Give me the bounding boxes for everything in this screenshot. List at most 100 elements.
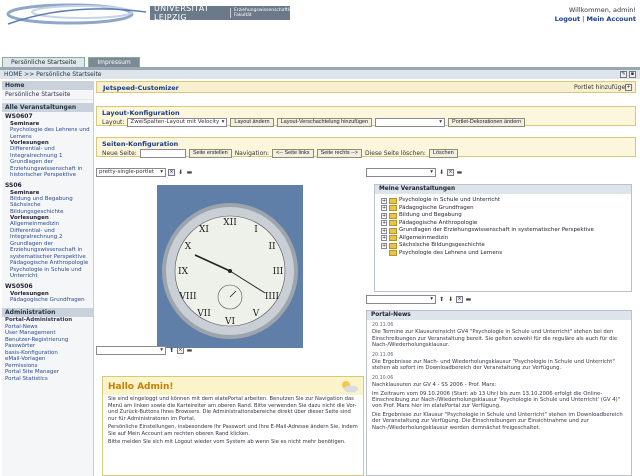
- course-link[interactable]: Pädagogische Anthropologie: [2, 260, 93, 267]
- my-courses-title: Meine Veranstaltungen: [375, 185, 631, 194]
- arrow-up-icon[interactable]: ⬆: [438, 296, 445, 303]
- tab-impressum[interactable]: Impressum: [88, 57, 140, 67]
- news-text: Nachklausuren zur GV 4 - SS 2006 - Prof.…: [372, 382, 497, 389]
- portlet-decoration-select[interactable]: ▾: [96, 346, 166, 355]
- chevron-down-icon: ▾: [430, 169, 433, 175]
- portal-news-title: Portal-News: [367, 311, 631, 320]
- expand-icon[interactable]: +: [381, 212, 387, 219]
- expand-icon[interactable]: +: [381, 227, 387, 234]
- decoration-select[interactable]: ▾: [375, 118, 446, 127]
- portlet-decoration-select[interactable]: pretty-single-portlet ▾: [96, 168, 166, 177]
- add-nesting-button[interactable]: Layout-Verschachtelung hinzufügen: [276, 118, 373, 127]
- course-tree-item[interactable]: + Allgemeinmedizin: [381, 235, 625, 243]
- news-text: Im Zeitraum vom 09.10.2006 (Start: ab 13…: [372, 390, 621, 410]
- new-page-label: Neue Seite:: [102, 150, 137, 157]
- sidebar-admin-header: Administration: [2, 308, 93, 317]
- course-tree-item[interactable]: + Pädagogische Anthropologie: [381, 220, 625, 228]
- change-decorations-button[interactable]: Portlet-Dekorationen ändern: [448, 118, 526, 127]
- news-item: 20.10.06 Nachklausuren zur GV 4 - SS 200…: [367, 373, 631, 390]
- news-text: Die Ergebnisse zur Klausur "Psychologie …: [372, 411, 623, 431]
- university-logo[interactable]: UNIVERSITÄT LEIPZIG Erziehungswissenscha…: [150, 4, 298, 22]
- arrow-down-icon[interactable]: ⬇: [438, 169, 445, 176]
- folder-icon: [389, 205, 397, 212]
- my-account-link[interactable]: Mein Account: [586, 15, 636, 23]
- print-page-icon[interactable]: ▪: [629, 71, 636, 78]
- course-tree-item[interactable]: + Pädagogische Grundfragen: [381, 205, 625, 213]
- new-page-input[interactable]: [139, 149, 186, 158]
- customizer-bar: Jetspeed-Customizer Portlet hinzufügen: …: [96, 81, 636, 93]
- close-icon[interactable]: ×: [456, 296, 463, 303]
- create-page-button[interactable]: Seite erstellen: [188, 149, 232, 158]
- portal-news-portlet: Portal-News 20.11.06 Die Termine zur Kla…: [366, 310, 632, 476]
- layout-select-value: ZweiSpalten-Layout mit Velocity: [130, 119, 220, 125]
- logout-link[interactable]: Logout: [555, 15, 580, 23]
- svg-text:VII: VII: [196, 309, 211, 319]
- admin-link[interactable]: Portal Statistics: [2, 376, 93, 383]
- svg-text:V: V: [252, 309, 260, 319]
- semester-ws0607[interactable]: WS0607: [2, 112, 93, 121]
- course-tree-label: Psychologie in Schule und Unterricht: [399, 197, 501, 203]
- semester-ss06[interactable]: SS06: [2, 181, 93, 190]
- course-tree-item[interactable]: + Sächsische Bildungsgeschichte: [381, 242, 625, 250]
- breadcrumb-home[interactable]: HOME: [4, 71, 22, 78]
- course-link[interactable]: Differential- und Integralrechnung 1: [2, 146, 93, 159]
- expand-icon[interactable]: +: [381, 197, 387, 204]
- layout-select[interactable]: ZweiSpalten-Layout mit Velocity ▾: [127, 118, 228, 127]
- delete-page-button[interactable]: Löschen: [428, 149, 458, 158]
- layout-config-title: Layout-Konfiguration: [102, 109, 180, 117]
- course-link[interactable]: Grundlagen der Erziehungswissenschaft in…: [2, 159, 93, 179]
- course-link[interactable]: Sächsische Bildungsgeschichte: [2, 202, 93, 215]
- expand-icon[interactable]: +: [381, 220, 387, 227]
- semester-ws0506[interactable]: WS0506: [2, 282, 93, 291]
- expand-icon[interactable]: +: [381, 205, 387, 212]
- portlet-decoration-select[interactable]: ▾: [366, 168, 436, 177]
- breadcrumb: HOME >> Persönliche Startseite: [0, 70, 640, 79]
- folder-icon: [389, 235, 397, 242]
- page-right-button[interactable]: Seite rechts -->: [316, 149, 363, 158]
- course-tree-label: Psychologie des Lehrens und Lernens: [399, 249, 503, 256]
- drag-handle-icon[interactable]: ▬: [186, 347, 193, 354]
- portlet-decoration-select[interactable]: ▾: [366, 295, 436, 304]
- course-link[interactable]: Psychologie in Schule und Unterricht: [2, 267, 93, 280]
- course-tree-label: Bildung und Begabung: [399, 212, 462, 218]
- news-item: Im Zeitraum vom 09.10.2006 (Start: ab 13…: [367, 390, 631, 411]
- weather-sun-cloud-icon: [342, 381, 358, 393]
- course-link[interactable]: Grundlagen der Erziehungswissenschaft in…: [2, 241, 93, 261]
- arrow-down-icon[interactable]: ⬇: [177, 169, 184, 176]
- folder-icon: [389, 227, 397, 234]
- sidebar: Home Persönliche Startseite Alle Veranst…: [2, 81, 94, 476]
- expand-icon[interactable]: +: [381, 235, 387, 242]
- course-link[interactable]: Pädagogische Grundfragen: [2, 297, 93, 304]
- page-left-button[interactable]: <-- Seite links: [272, 149, 314, 158]
- chevron-down-icon: ▾: [439, 119, 443, 125]
- drag-handle-icon[interactable]: ▬: [186, 169, 193, 176]
- course-tree-item[interactable]: + Grundlagen der Erziehungswissenschaft i…: [381, 227, 625, 235]
- course-tree-item[interactable]: + Psychologie in Schule und Unterricht: [381, 197, 625, 205]
- add-portlet-icon[interactable]: +: [625, 84, 632, 91]
- drag-handle-icon[interactable]: ▬: [465, 296, 472, 303]
- page-config-panel: Seiten-Konfiguration Neue Seite: Seite e…: [96, 137, 636, 158]
- arrow-down-icon[interactable]: ⬇: [447, 296, 454, 303]
- expand-icon[interactable]: +: [381, 242, 387, 249]
- tab-personal-startpage[interactable]: Persönliche Startseite: [2, 57, 86, 67]
- news-text: Die Termine zur Klausureinsicht GV4 "Psy…: [372, 329, 618, 349]
- arrow-up-icon[interactable]: ⬆: [168, 347, 175, 354]
- folder-icon: [389, 250, 397, 257]
- close-icon[interactable]: ×: [447, 169, 454, 176]
- news-date: 20.11.06: [372, 323, 394, 328]
- my-courses-portlet: Meine Veranstaltungen + Psychologie in Sc…: [374, 184, 632, 292]
- edit-page-icon[interactable]: ✎: [620, 71, 627, 78]
- drag-handle-icon[interactable]: ▬: [456, 169, 463, 176]
- welcome-title: Hallo Admin!: [108, 382, 174, 392]
- close-icon[interactable]: ×: [168, 169, 175, 176]
- course-tree-item[interactable]: + Bildung und Begabung: [381, 212, 625, 220]
- pocket-watch-image: XIIIII IIIIIIIV VIVIIVIII IXXXI: [157, 185, 303, 348]
- course-link[interactable]: Differential- und Integralrechnung 2: [2, 228, 93, 241]
- close-icon[interactable]: ×: [177, 347, 184, 354]
- sidebar-item-personal-startpage[interactable]: Persönliche Startseite: [2, 90, 93, 100]
- course-link[interactable]: Psychologie des Lehrens und Lernens: [2, 127, 93, 140]
- course-tree-item[interactable]: Psychologie des Lehrens und Lernens: [381, 250, 625, 258]
- news-item: 20.11.06 Die Ergebnisse zur Nach- und Wi…: [367, 350, 631, 373]
- delete-page-label: Diese Seite löschen:: [365, 150, 426, 157]
- change-layout-button[interactable]: Layout ändern: [230, 118, 274, 127]
